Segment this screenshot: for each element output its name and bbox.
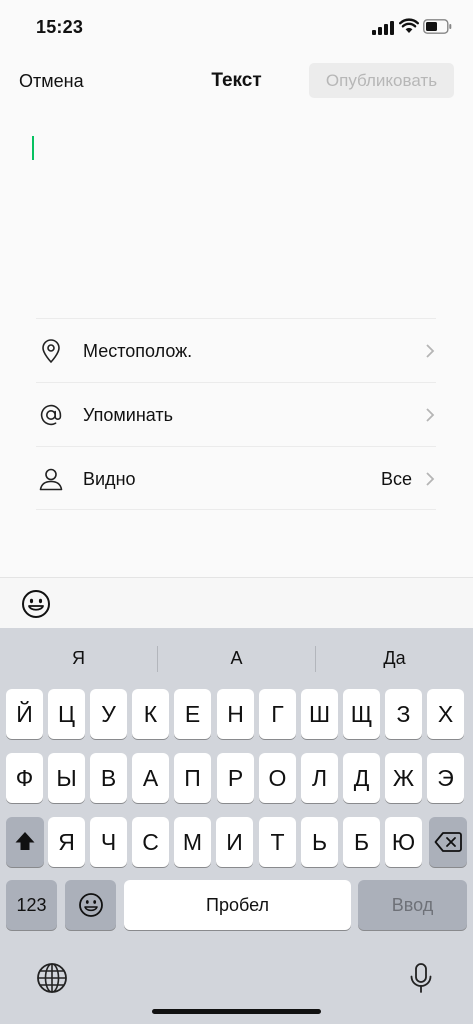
microphone-icon[interactable]	[405, 962, 437, 994]
key-letter[interactable]: К	[132, 689, 169, 739]
key-letter[interactable]: Е	[174, 689, 211, 739]
emoji-smiley-icon[interactable]	[21, 589, 51, 619]
key-letter[interactable]: Г	[259, 689, 296, 739]
publish-button[interactable]: Опубликовать	[309, 63, 454, 98]
enter-key[interactable]: Ввод	[358, 880, 467, 930]
key-letter[interactable]: З	[385, 689, 422, 739]
at-sign-icon	[40, 404, 62, 426]
key-letter[interactable]: Н	[217, 689, 254, 739]
chevron-right-icon	[426, 344, 435, 358]
space-key[interactable]: Пробел	[124, 880, 351, 930]
option-mention-label: Упоминать	[83, 405, 173, 425]
key-letter[interactable]: С	[132, 817, 169, 867]
option-location[interactable]: Местополож.	[36, 318, 436, 382]
key-letter[interactable]: Ф	[6, 753, 43, 803]
shift-arrow-icon	[15, 832, 35, 850]
key-letter[interactable]: Ч	[90, 817, 127, 867]
option-visibility-label: Видно	[83, 469, 136, 489]
suggestion-2[interactable]: А	[158, 628, 315, 688]
key-letter[interactable]: Щ	[343, 689, 380, 739]
key-letter[interactable]: Б	[343, 817, 380, 867]
home-indicator	[152, 1009, 321, 1014]
key-letter[interactable]: Й	[6, 689, 43, 739]
suggestion-bar: Я А Да	[0, 628, 473, 688]
keyboard: Я А Да ЙЦУКЕНГШЩЗХФЫВАПРОЛДЖЭЯЧСМИТЬБЮ 1…	[0, 628, 473, 1024]
suggestion-1[interactable]: Я	[0, 628, 157, 688]
battery-icon	[423, 19, 452, 34]
numbers-key[interactable]: 123	[6, 880, 57, 930]
key-letter[interactable]: М	[174, 817, 211, 867]
shift-key[interactable]	[6, 817, 44, 867]
key-letter[interactable]: Ж	[385, 753, 422, 803]
key-letter[interactable]: У	[90, 689, 127, 739]
emoji-smiley-icon	[78, 893, 103, 917]
emoji-keyboard-key[interactable]	[65, 880, 116, 930]
status-time: 15:23	[36, 17, 84, 37]
emoji-toolbar	[0, 577, 473, 628]
key-letter[interactable]: Л	[301, 753, 338, 803]
globe-icon[interactable]	[36, 962, 68, 994]
post-text-input[interactable]	[0, 110, 473, 315]
person-icon	[39, 468, 63, 491]
key-letter[interactable]: Ш	[301, 689, 338, 739]
key-letter[interactable]: Ю	[385, 817, 422, 867]
chevron-right-icon	[426, 408, 435, 422]
key-letter[interactable]: Ц	[48, 689, 85, 739]
location-pin-icon	[42, 339, 60, 364]
key-letter[interactable]: И	[216, 817, 253, 867]
option-visibility-value: Все	[380, 469, 412, 489]
key-letter[interactable]: Д	[343, 753, 380, 803]
option-visibility[interactable]: Видно Все	[36, 446, 436, 510]
key-letter[interactable]: Р	[217, 753, 254, 803]
key-letter[interactable]: Х	[427, 689, 464, 739]
key-letter[interactable]: Ь	[301, 817, 338, 867]
key-letter[interactable]: Э	[427, 753, 464, 803]
key-letter[interactable]: Ы	[48, 753, 85, 803]
nav-bar: Отмена Текст Опубликовать	[0, 56, 473, 106]
option-location-label: Местополож.	[83, 341, 193, 361]
wifi-icon	[399, 18, 419, 33]
key-letter[interactable]: О	[259, 753, 296, 803]
suggestion-3[interactable]: Да	[316, 628, 473, 688]
key-letter[interactable]: П	[174, 753, 211, 803]
cellular-signal-icon	[372, 21, 394, 35]
key-letter[interactable]: А	[132, 753, 169, 803]
option-mention[interactable]: Упоминать	[36, 382, 436, 446]
key-letter[interactable]: Я	[48, 817, 85, 867]
status-bar: 15:23	[0, 0, 473, 56]
backspace-key[interactable]	[429, 817, 467, 867]
chevron-right-icon	[426, 472, 435, 486]
backspace-icon	[434, 832, 462, 852]
text-caret	[32, 136, 34, 160]
key-letter[interactable]: Т	[259, 817, 296, 867]
key-letter[interactable]: В	[90, 753, 127, 803]
post-options-list: Местополож. Упоминать Видно Все	[36, 318, 436, 510]
